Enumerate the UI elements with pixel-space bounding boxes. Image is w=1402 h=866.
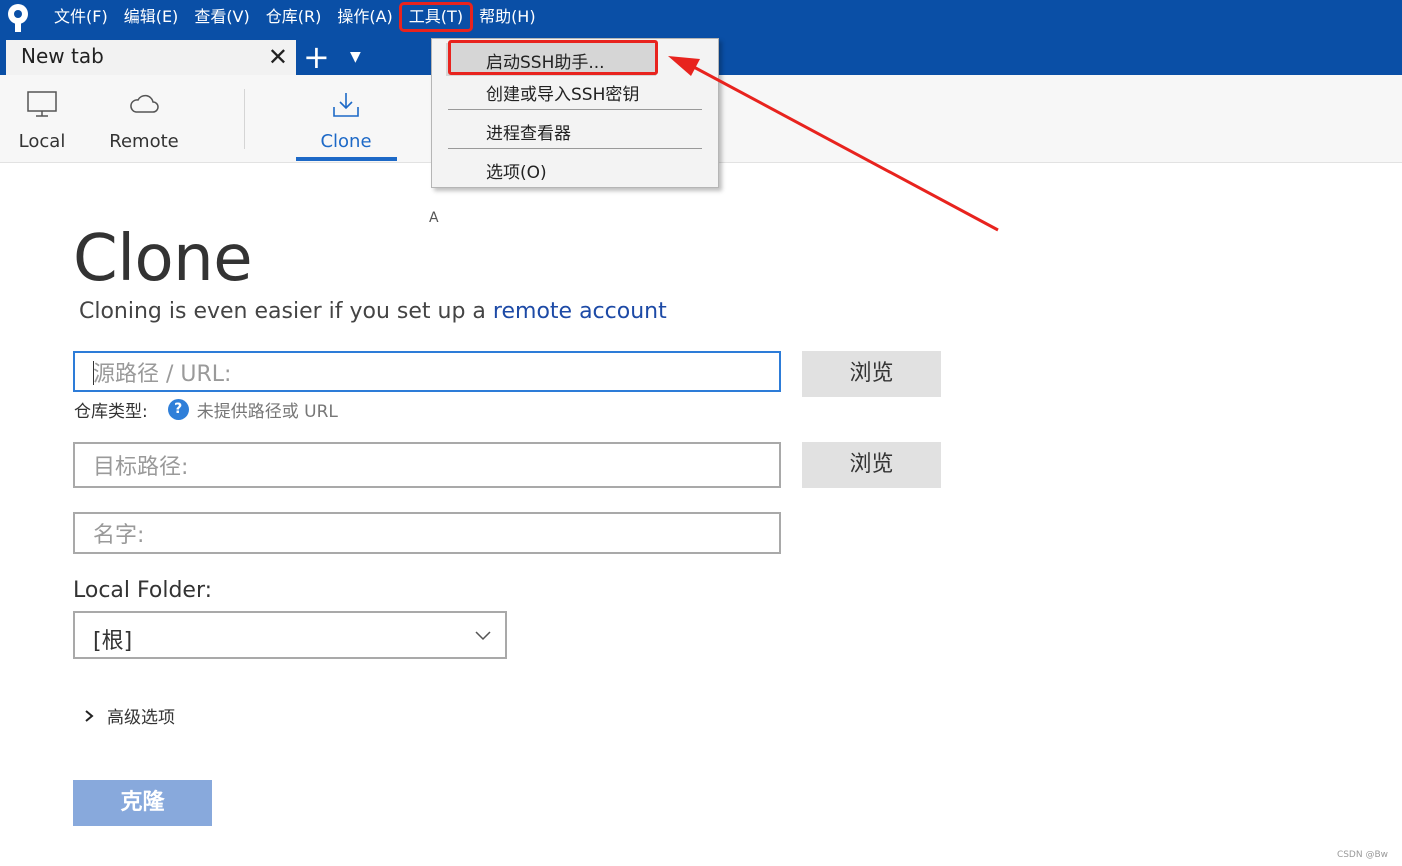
menu-bar: 文件(F) 编辑(E) 查看(V) 仓库(R) 操作(A) 工具(T) 帮助(H… <box>46 2 544 32</box>
toolbar-divider <box>244 89 245 149</box>
tab-new-tab[interactable]: New tab ✕ <box>6 40 296 75</box>
watermark: CSDN @Bw <box>1336 850 1388 860</box>
menu-item-create-import-ssh-keys[interactable]: 创建或导入SSH密钥 <box>486 80 639 105</box>
chevron-down-icon <box>475 631 491 641</box>
name-input[interactable]: 名字: <box>73 512 781 554</box>
clone-button[interactable]: 克隆 <box>73 780 212 826</box>
menu-view[interactable]: 查看(V) <box>186 4 257 30</box>
monitor-icon <box>27 91 57 117</box>
remote-account-link[interactable]: remote account <box>493 299 667 324</box>
menu-edit[interactable]: 编辑(E) <box>116 4 187 30</box>
menu-file[interactable]: 文件(F) <box>46 4 116 30</box>
download-icon <box>333 93 359 117</box>
add-tab-icon[interactable]: + <box>303 39 330 75</box>
remote-label: Remote <box>109 131 179 152</box>
partially-hidden-toolbar-label[interactable]: A <box>429 210 439 226</box>
menu-divider <box>448 148 702 149</box>
repo-type-label: 仓库类型: <box>74 402 148 422</box>
menu-tools[interactable]: 工具(T) <box>398 2 474 32</box>
help-icon[interactable]: ? <box>167 399 189 420</box>
source-url-placeholder: 源路径 / URL: <box>93 361 232 387</box>
destination-path-placeholder: 目标路径: <box>93 455 189 480</box>
name-placeholder: 名字: <box>93 523 145 548</box>
active-tab-indicator <box>296 157 397 161</box>
source-url-input[interactable]: 源路径 / URL: <box>73 351 781 392</box>
clone-tab-button[interactable]: Clone <box>306 75 386 162</box>
advanced-options-label: 高级选项 <box>107 708 175 728</box>
repo-type-row: 仓库类型: ? 未提供路径或 URL <box>74 397 338 422</box>
local-folder-value: [根] <box>93 629 133 654</box>
remote-button[interactable]: Remote <box>104 75 184 162</box>
sourcetree-logo-icon <box>8 4 28 32</box>
local-button[interactable]: Local <box>12 75 72 162</box>
close-icon[interactable]: ✕ <box>268 42 288 72</box>
page-title: Clone <box>73 222 253 296</box>
local-folder-label: Local Folder: <box>73 578 213 603</box>
repo-type-status: 未提供路径或 URL <box>196 402 338 422</box>
clone-label: Clone <box>320 131 372 152</box>
tab-label: New tab <box>21 44 104 68</box>
advanced-options-toggle[interactable]: 高级选项 <box>83 703 175 728</box>
subtitle-text: Cloning is even easier if you set up a <box>79 299 493 324</box>
cloud-icon <box>130 94 159 113</box>
local-folder-select[interactable]: [根] <box>73 611 507 659</box>
menu-repository[interactable]: 仓库(R) <box>258 4 330 30</box>
menu-item-options[interactable]: 选项(O) <box>486 158 547 183</box>
browse-source-button[interactable]: 浏览 <box>802 351 941 397</box>
menu-help[interactable]: 帮助(H) <box>471 4 544 30</box>
chevron-right-icon <box>85 709 94 722</box>
menu-item-process-viewer[interactable]: 进程查看器 <box>486 119 571 144</box>
menu-divider <box>448 109 702 110</box>
tools-dropdown-menu: 启动SSH助手... 创建或导入SSH密钥 进程查看器 选项(O) <box>431 38 719 188</box>
local-label: Local <box>18 131 66 152</box>
tab-dropdown-icon[interactable]: ▼ <box>350 44 361 70</box>
destination-path-input[interactable]: 目标路径: <box>73 442 781 488</box>
subtitle: Cloning is even easier if you set up a r… <box>79 299 667 324</box>
menu-item-start-ssh-agent[interactable]: 启动SSH助手... <box>486 48 605 73</box>
browse-destination-button[interactable]: 浏览 <box>802 442 941 488</box>
menu-actions[interactable]: 操作(A) <box>329 4 400 30</box>
